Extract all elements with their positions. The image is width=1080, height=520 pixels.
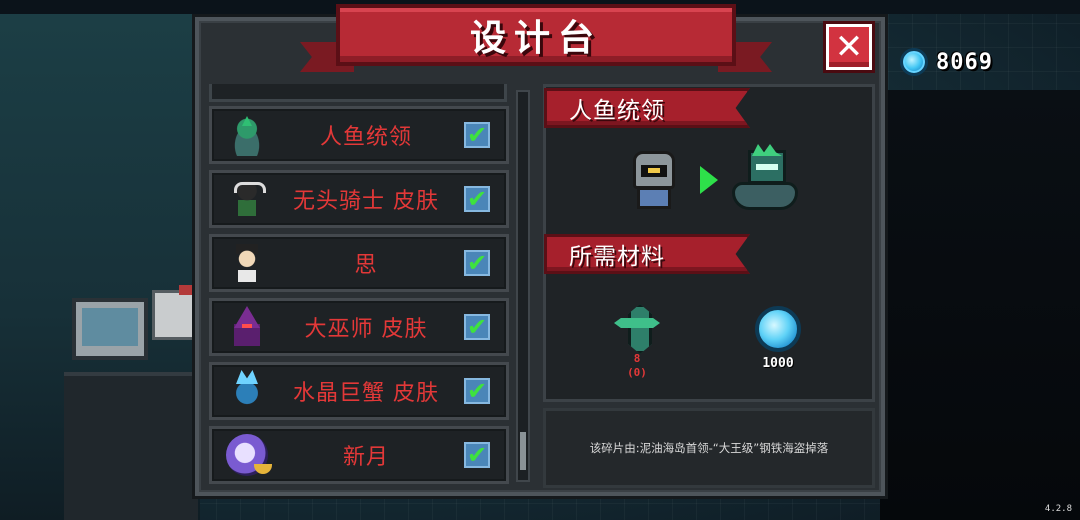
checkmark-icon: ✔ — [464, 122, 490, 148]
base-character-icon — [623, 147, 685, 213]
list-item-merfolk-leader[interactable]: 人鱼统领 ✔ — [209, 106, 509, 164]
checkmark-icon: ✔ — [464, 250, 490, 276]
background-shadow — [880, 90, 1080, 520]
drop-source-text: 该碎片由:泥油海岛首领-“大王级”钢铁海盗掉落 — [589, 441, 829, 455]
item-name-ribbon: 人鱼统领 — [544, 88, 750, 128]
list-item-headless-knight[interactable]: 无头骑士 皮肤 ✔ — [209, 170, 509, 228]
list-item-label: 大巫师 皮肤 — [304, 317, 428, 342]
scrollbar-thumb[interactable] — [520, 432, 526, 470]
close-icon: ✕ — [834, 27, 864, 67]
page-title: 设计台 — [469, 18, 602, 59]
checkmark-icon: ✔ — [464, 314, 490, 340]
checkmark-icon: ✔ — [464, 378, 490, 404]
archmage-icon — [226, 306, 268, 348]
headless-knight-icon — [226, 178, 268, 220]
blueprint-list[interactable]: 人鱼统领 ✔ 无头骑士 皮肤 ✔ 思 ✔ 大巫师 皮肤 ✔ 水晶巨蟹 皮肤 ✔ … — [205, 84, 519, 486]
materials-title: 所需材料 — [569, 244, 665, 270]
list-item-label: 水晶巨蟹 皮肤 — [293, 381, 439, 406]
list-item-si[interactable]: 思 ✔ — [209, 234, 509, 292]
list-item-label: 思 — [354, 253, 378, 278]
list-scrollbar[interactable] — [516, 90, 530, 482]
blue-gem-icon — [900, 48, 928, 76]
blue-gem-icon[interactable] — [755, 306, 801, 352]
title-banner: 设计台 — [300, 4, 772, 80]
arrow-right-icon — [700, 166, 718, 194]
merfolk-fragment-icon[interactable] — [614, 304, 660, 348]
checkmark-icon: ✔ — [464, 442, 490, 468]
material-owned-count: (0) — [627, 366, 647, 379]
close-button[interactable]: ✕ — [826, 24, 872, 70]
checkmark-icon: ✔ — [464, 186, 490, 212]
background-robot — [152, 285, 196, 340]
si-character-icon — [226, 242, 268, 284]
gem-required-count: 1000 — [762, 356, 794, 371]
crescent-moon-icon — [226, 434, 272, 476]
currency-display: 8069 — [900, 46, 993, 78]
list-item-archmage[interactable]: 大巫师 皮肤 ✔ — [209, 298, 509, 356]
currency-value: 8069 — [936, 49, 993, 75]
list-item-label: 人鱼统领 — [319, 125, 412, 150]
list-item-crescent-moon[interactable]: 新月 ✔ — [209, 426, 509, 484]
list-item-label: 无头骑士 皮肤 — [293, 189, 439, 214]
description-box: 该碎片由:泥油海岛首领-“大王级”钢铁海盗掉落 — [543, 408, 875, 488]
item-name: 人鱼统领 — [569, 98, 665, 124]
material-required-count: 8 — [633, 352, 641, 365]
background-monitor — [72, 298, 148, 360]
list-item-crystal-crab[interactable]: 水晶巨蟹 皮肤 ✔ — [209, 362, 509, 420]
merfolk-leader-icon — [226, 114, 268, 156]
merfolk-leader-preview-icon — [728, 144, 802, 214]
crystal-crab-icon — [226, 370, 268, 412]
background-desk — [64, 372, 198, 520]
list-item-partial[interactable] — [209, 84, 507, 102]
materials-ribbon: 所需材料 — [544, 234, 750, 274]
list-item-label: 新月 — [342, 445, 389, 470]
version-label: 4.2.8 — [1044, 504, 1072, 514]
